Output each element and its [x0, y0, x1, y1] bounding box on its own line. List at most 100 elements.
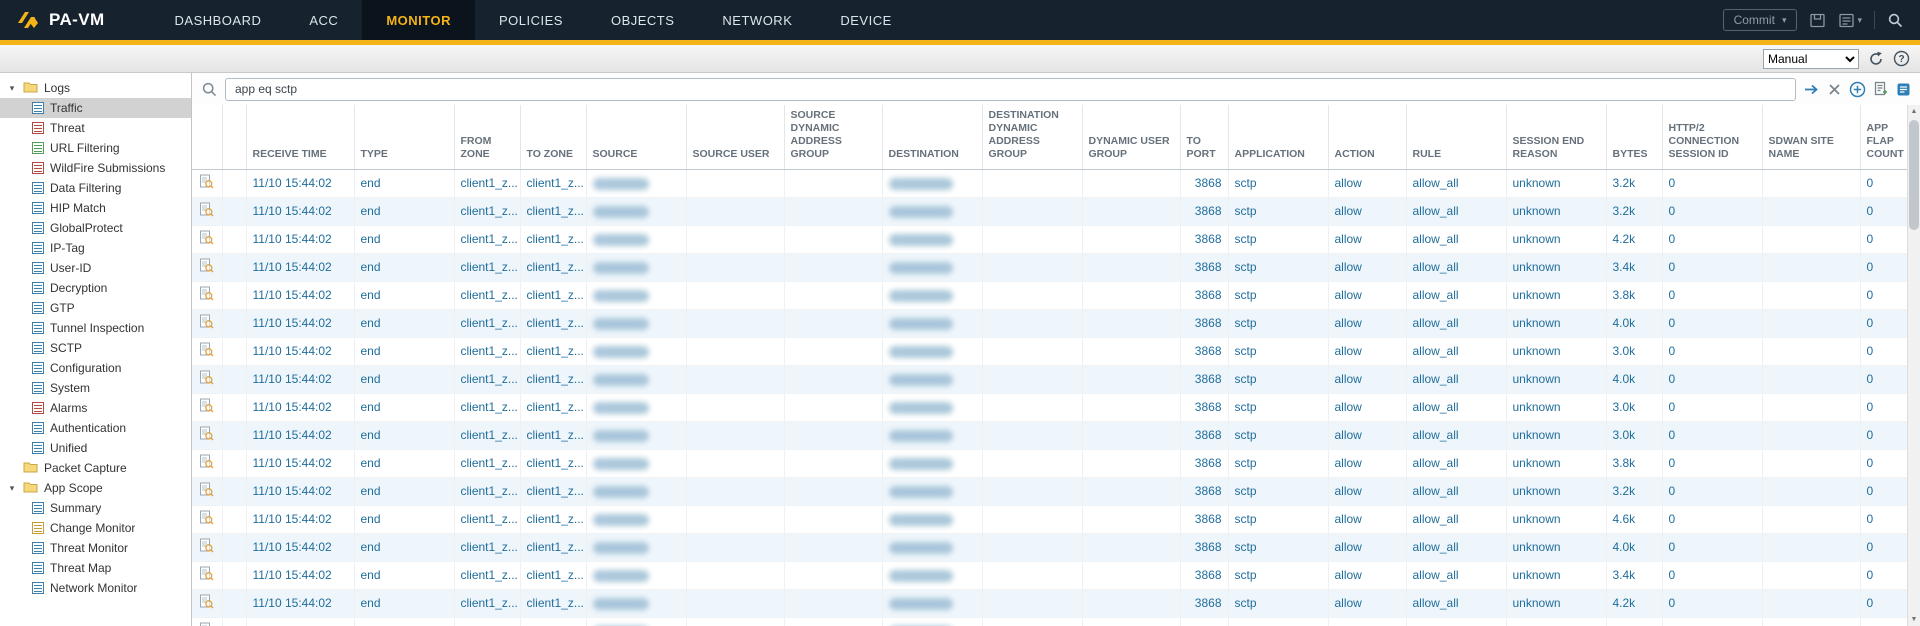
log-detail-icon[interactable]	[199, 174, 214, 192]
cell-to-zone[interactable]: client1_z...	[520, 505, 587, 534]
cell-rule[interactable]: allow_all	[1406, 309, 1507, 338]
log-detail-icon[interactable]	[199, 286, 214, 304]
cell-receive-time[interactable]: 11/10 15:44:02	[246, 197, 355, 226]
log-row[interactable]: 11/10 15:44:02endclient1_z...client1_z..…	[192, 561, 1920, 590]
cell-session-end-reason[interactable]: unknown	[1506, 505, 1607, 534]
log-detail-icon[interactable]	[199, 454, 214, 472]
cell-from-zone[interactable]: client1_z...	[454, 281, 521, 310]
log-row[interactable]: 11/10 15:44:02endclient1_z...client1_z..…	[192, 533, 1920, 562]
cell-session-end-reason[interactable]: unknown	[1506, 197, 1607, 226]
cell-receive-time[interactable]: 11/10 15:44:02	[246, 589, 355, 618]
config-save-icon[interactable]	[1809, 12, 1826, 29]
cell-to-zone[interactable]: client1_z...	[520, 393, 587, 422]
column-header-type[interactable]: Type	[354, 105, 455, 170]
cell-detail[interactable]	[192, 225, 223, 254]
cell-http2-session-id[interactable]: 0	[1662, 169, 1763, 198]
cell-to-port[interactable]: 3868	[1180, 169, 1229, 198]
export-logs-icon[interactable]	[1896, 82, 1911, 97]
cell-action[interactable]: allow	[1328, 589, 1407, 618]
chevron-down-icon[interactable]: ▾	[7, 83, 17, 94]
cell-type[interactable]: end	[354, 421, 455, 450]
cell-bytes[interactable]: 3.8k	[1606, 281, 1663, 310]
column-header-action[interactable]: Action	[1328, 105, 1407, 170]
cell-rule[interactable]: allow_all	[1406, 505, 1507, 534]
cell-bytes[interactable]: 4.0k	[1606, 533, 1663, 562]
refresh-interval-select[interactable]: Manual	[1763, 48, 1859, 69]
column-header-to-zone[interactable]: To Zone	[520, 105, 587, 170]
cell-application[interactable]: sctp	[1228, 365, 1329, 394]
cell-application[interactable]: sctp	[1228, 533, 1329, 562]
nav-tab-monitor[interactable]: MONITOR	[362, 0, 475, 40]
log-row[interactable]: 11/10 15:44:02endclient1_z...client1_z..…	[192, 449, 1920, 478]
cell-to-zone[interactable]: client1_z...	[520, 337, 587, 366]
cell-bytes[interactable]: 3.0k	[1606, 337, 1663, 366]
cell-rule[interactable]: allow_all	[1406, 449, 1507, 478]
cell-to-port[interactable]: 3868	[1180, 477, 1229, 506]
cell-http2-session-id[interactable]: 0	[1662, 589, 1763, 618]
sidebar-item-configuration[interactable]: Configuration	[0, 358, 191, 378]
cell-session-end-reason[interactable]: unknown	[1506, 477, 1607, 506]
refresh-icon[interactable]	[1868, 51, 1884, 67]
cell-receive-time[interactable]: 11/10 15:44:02	[246, 309, 355, 338]
cell-application[interactable]: sctp	[1228, 505, 1329, 534]
column-header-to-port[interactable]: To Port	[1180, 105, 1229, 170]
cell-to-port[interactable]: 3868	[1180, 393, 1229, 422]
cell-rule[interactable]: allow_all	[1406, 281, 1507, 310]
cell-session-end-reason[interactable]: unknown	[1506, 253, 1607, 282]
cell-http2-session-id[interactable]: 0	[1662, 393, 1763, 422]
sidebar-item-threat-map[interactable]: Threat Map	[0, 558, 191, 578]
cell-rule[interactable]: allow_all	[1406, 393, 1507, 422]
cell-to-port[interactable]: 3868	[1180, 421, 1229, 450]
cell-detail[interactable]	[192, 561, 223, 590]
cell-to-zone[interactable]: client1_z...	[520, 421, 587, 450]
cell-action[interactable]: allow	[1328, 225, 1407, 254]
log-detail-icon[interactable]	[199, 482, 214, 500]
cell-receive-time[interactable]: 11/10 15:44:02	[246, 365, 355, 394]
cell-to-port[interactable]: 3868	[1180, 505, 1229, 534]
cell-http2-session-id[interactable]: 0	[1662, 477, 1763, 506]
cell-http2-session-id[interactable]: 0	[1662, 365, 1763, 394]
cell-to-port[interactable]: 3868	[1180, 225, 1229, 254]
filter-query-input[interactable]	[225, 77, 1796, 101]
cell-receive-time[interactable]: 11/10 15:44:02	[246, 533, 355, 562]
cell-detail[interactable]	[192, 197, 223, 226]
cell-receive-time[interactable]: 11/10 15:44:02	[246, 225, 355, 254]
cell-application[interactable]: sctp	[1228, 561, 1329, 590]
cell-bytes[interactable]: 4.2k	[1606, 589, 1663, 618]
log-detail-icon[interactable]	[199, 342, 214, 360]
cell-application[interactable]: sctp	[1228, 393, 1329, 422]
cell-to-zone[interactable]: client1_z...	[520, 533, 587, 562]
cell-to-port[interactable]: 3868	[1180, 561, 1229, 590]
log-row[interactable]: 11/10 15:44:02endclient1_z...client1_z..…	[192, 197, 1920, 226]
cell-action[interactable]: allow	[1328, 449, 1407, 478]
cell-application[interactable]: sctp	[1228, 477, 1329, 506]
task-manager-icon[interactable]: ▾	[1838, 12, 1862, 29]
log-row[interactable]: 11/10 15:44:02endclient1_z...client1_z..…	[192, 477, 1920, 506]
cell-action[interactable]: allow	[1328, 393, 1407, 422]
cell-session-end-reason[interactable]: unknown	[1506, 589, 1607, 618]
cell-action[interactable]: allow	[1328, 505, 1407, 534]
cell-detail[interactable]	[192, 393, 223, 422]
log-detail-icon[interactable]	[199, 258, 214, 276]
sidebar-item-threat[interactable]: Threat	[0, 118, 191, 138]
column-header-dynamic-user-group[interactable]: Dynamic User Group	[1082, 105, 1181, 170]
sidebar-item-authentication[interactable]: Authentication	[0, 418, 191, 438]
help-icon[interactable]: ?	[1893, 50, 1910, 67]
cell-from-zone[interactable]: client1_z...	[454, 393, 521, 422]
column-header-sdwan-site-name[interactable]: SDWAN Site Name	[1762, 105, 1861, 170]
cell-bytes[interactable]: 4.0k	[1606, 365, 1663, 394]
log-row[interactable]: 11/10 15:44:02endclient1_z...client1_z..…	[192, 393, 1920, 422]
cell-type[interactable]: end	[354, 505, 455, 534]
cell-receive-time[interactable]: 11/10 15:44:02	[246, 253, 355, 282]
cell-type[interactable]: end	[354, 449, 455, 478]
log-detail-icon[interactable]	[199, 566, 214, 584]
log-row[interactable]: 11/10 15:44:02endclient1_z...client1_z..…	[192, 309, 1920, 338]
sidebar-item-tunnel-inspection[interactable]: Tunnel Inspection	[0, 318, 191, 338]
cell-to-zone[interactable]: client1_z...	[520, 561, 587, 590]
cell-receive-time[interactable]: 11/10 15:44:02	[246, 449, 355, 478]
cell-bytes[interactable]: 3.2k	[1606, 477, 1663, 506]
cell-action[interactable]: allow	[1328, 365, 1407, 394]
cell-session-end-reason[interactable]: unknown	[1506, 617, 1607, 626]
cell-receive-time[interactable]: 11/10 15:44:02	[246, 393, 355, 422]
cell-session-end-reason[interactable]: unknown	[1506, 169, 1607, 198]
